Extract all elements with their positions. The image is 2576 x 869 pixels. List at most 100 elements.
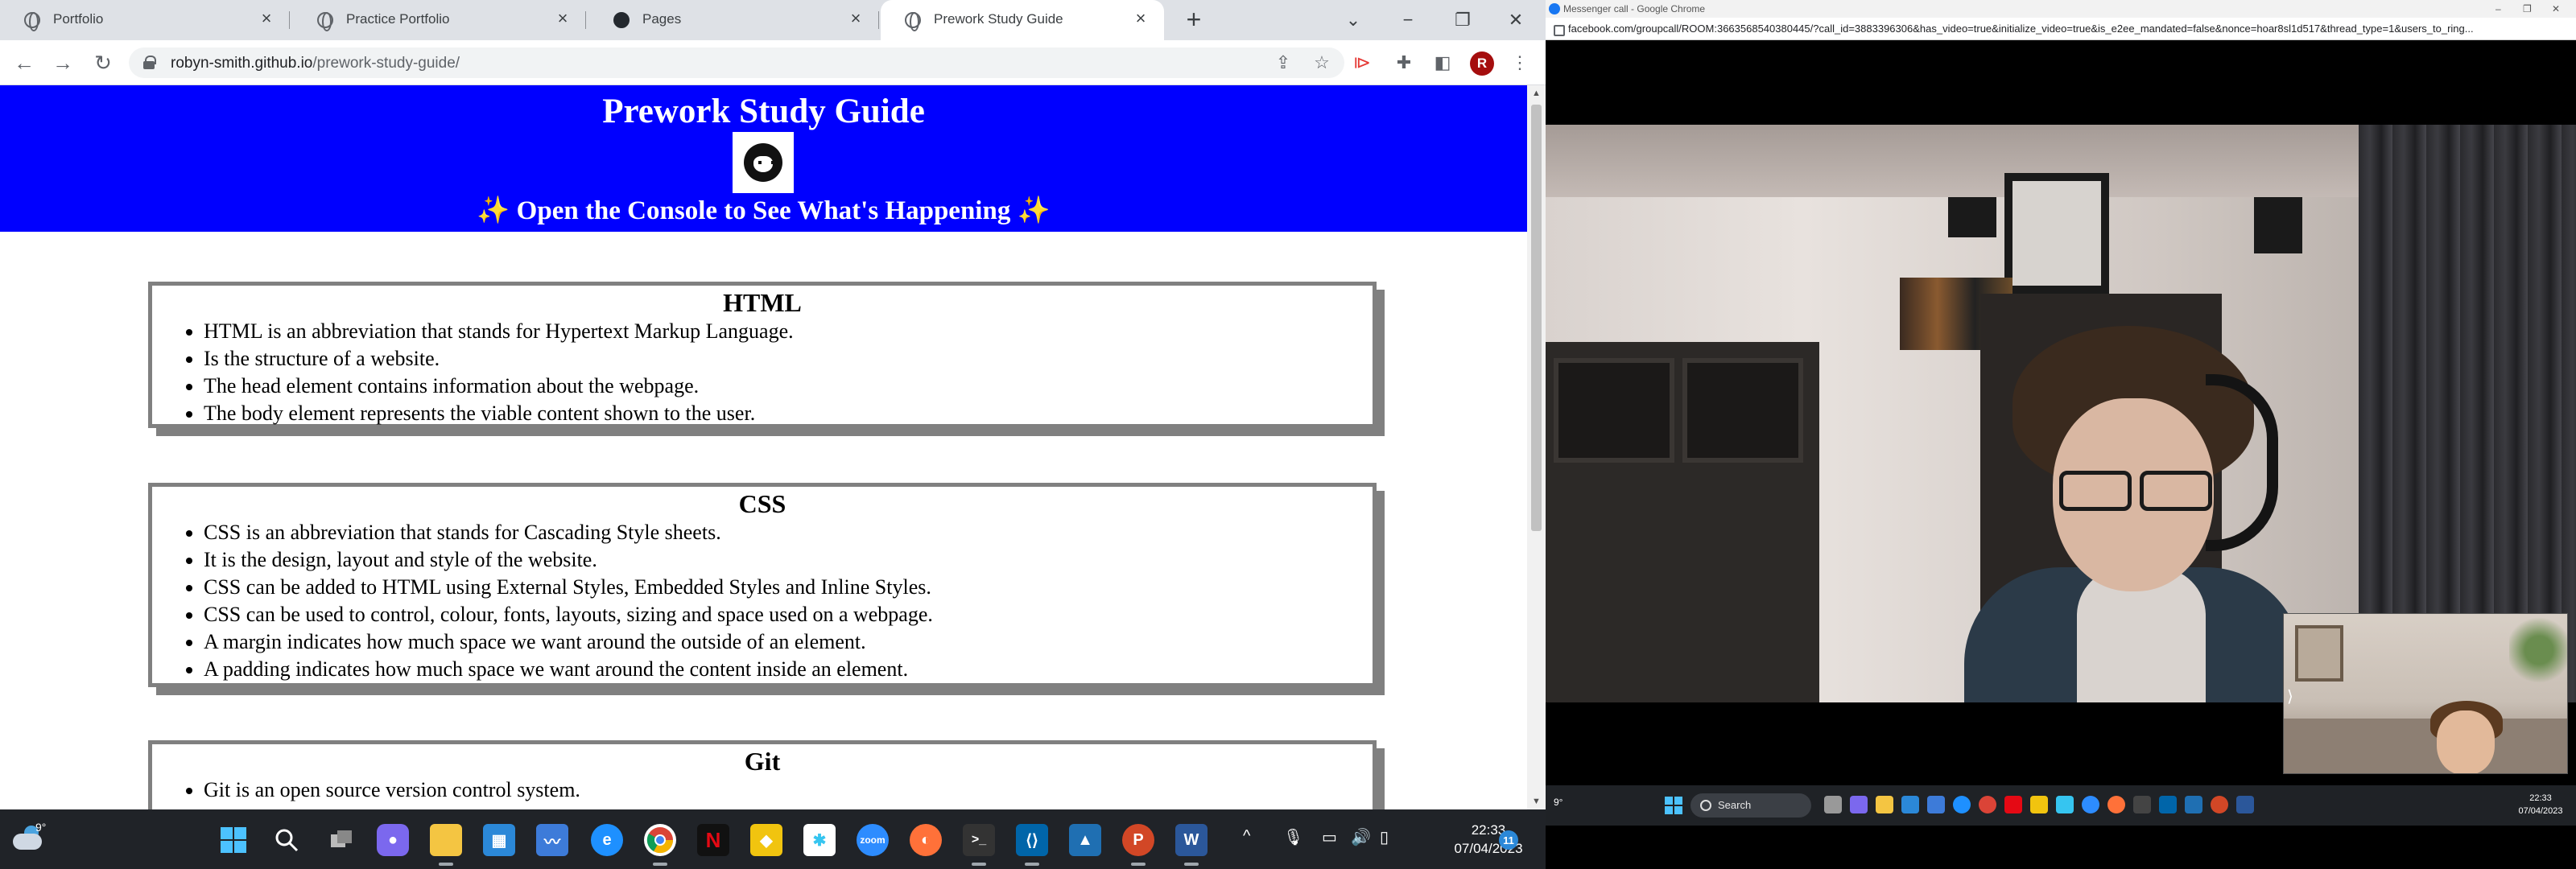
- display-icon[interactable]: ▭: [1322, 827, 1337, 847]
- sourcetree-icon[interactable]: [2030, 796, 2048, 813]
- globe-icon: [317, 12, 333, 31]
- restore-icon[interactable]: ❐: [1449, 6, 1476, 34]
- sparkle-icon: ✨: [1017, 196, 1051, 225]
- vscode-icon[interactable]: ⟨⟩: [1016, 824, 1048, 856]
- powerpoint-icon[interactable]: [2211, 796, 2228, 813]
- profile-avatar[interactable]: R: [1470, 51, 1494, 76]
- tab-separator: [289, 11, 290, 29]
- tab-portfolio[interactable]: Portfolio ×: [0, 0, 290, 40]
- reload-icon[interactable]: ↻: [90, 50, 116, 76]
- task-view-icon[interactable]: [325, 824, 357, 856]
- terminal-icon[interactable]: >_: [963, 824, 995, 856]
- new-tab-button[interactable]: +: [1180, 6, 1208, 34]
- chrome-icon[interactable]: [1979, 796, 1996, 813]
- zoom-icon[interactable]: [2082, 796, 2099, 813]
- file-explorer-icon[interactable]: [1876, 796, 1893, 813]
- forward-icon[interactable]: →: [50, 50, 76, 76]
- share-icon[interactable]: ⇪: [1270, 50, 1296, 76]
- powerpoint-icon[interactable]: P: [1122, 824, 1154, 856]
- side-panel-icon[interactable]: ◧: [1430, 50, 1455, 76]
- clock-time: 22:33: [1471, 822, 1506, 838]
- close-icon[interactable]: ×: [256, 8, 277, 29]
- list-item: A padding indicates how much space we wa…: [204, 656, 1373, 683]
- back-icon[interactable]: ←: [11, 50, 37, 76]
- scroll-down-icon[interactable]: ▼: [1532, 797, 1541, 806]
- show-hidden-icons-icon[interactable]: ^: [1243, 827, 1250, 846]
- tab-separator: [585, 11, 586, 29]
- bookmark-star-icon[interactable]: ☆: [1309, 50, 1335, 76]
- extension-record-icon[interactable]: ⧐: [1349, 50, 1375, 76]
- url-text: robyn-smith.github.io/prework-study-guid…: [171, 55, 460, 72]
- slack-icon[interactable]: [2056, 796, 2074, 813]
- call-url-bar[interactable]: facebook.com/groupcall/ROOM:366356854038…: [1546, 18, 2576, 40]
- search-input[interactable]: Search: [1690, 793, 1811, 818]
- address-bar[interactable]: robyn-smith.github.io/prework-study-guid…: [129, 47, 1344, 78]
- volume-icon[interactable]: 🔊: [1351, 827, 1371, 847]
- minimize-icon[interactable]: –: [2496, 0, 2501, 18]
- collapse-chevron-icon[interactable]: ⟩: [2287, 686, 2293, 706]
- search-icon[interactable]: [270, 824, 303, 856]
- sourcetree-icon[interactable]: ◆: [750, 824, 782, 856]
- section-heading: CSS: [738, 489, 786, 518]
- scrollbar-thumb[interactable]: [1531, 105, 1542, 531]
- tab-search-icon[interactable]: ⌄: [1340, 6, 1367, 34]
- menu-kebab-icon[interactable]: ⋮: [1507, 50, 1533, 76]
- restore-icon[interactable]: ❐: [2523, 0, 2532, 18]
- microsoft-store-icon[interactable]: [1901, 796, 1919, 813]
- weather-temperature[interactable]: 9°: [1554, 797, 1563, 808]
- close-window-icon[interactable]: ✕: [1502, 6, 1530, 34]
- photos-icon[interactable]: ▲: [1069, 824, 1101, 856]
- microphone-icon[interactable]: 🎙: [1283, 827, 1303, 847]
- close-window-icon[interactable]: ✕: [2552, 0, 2560, 18]
- minimize-icon[interactable]: −: [1394, 6, 1422, 34]
- slack-icon[interactable]: ✱: [803, 824, 836, 856]
- weather-widget[interactable]: 9°: [11, 821, 47, 856]
- teams-chat-icon[interactable]: ●: [377, 824, 409, 856]
- word-icon[interactable]: [2236, 796, 2254, 813]
- tab-label: Pages: [642, 11, 682, 27]
- stocks-widget-icon[interactable]: [1927, 796, 1945, 813]
- page-title: Prework Study Guide: [602, 93, 925, 130]
- stocks-widget-icon[interactable]: 〰: [536, 824, 568, 856]
- page-scrollbar[interactable]: ▲ ▼: [1527, 85, 1546, 809]
- notification-badge[interactable]: 11: [1499, 830, 1518, 850]
- netflix-icon[interactable]: N: [697, 824, 729, 856]
- zoom-icon[interactable]: zoom: [857, 824, 889, 856]
- taskbar-clock[interactable]: 22:33 07/04/2023: [2508, 792, 2573, 818]
- firefox-icon[interactable]: ◐: [910, 824, 942, 856]
- terminal-icon[interactable]: [2133, 796, 2151, 813]
- start-icon[interactable]: [1665, 797, 1682, 814]
- tab-prework-study-guide[interactable]: Prework Study Guide ×: [881, 0, 1164, 40]
- file-explorer-icon[interactable]: [430, 824, 462, 856]
- extensions-puzzle-icon[interactable]: ✚: [1391, 50, 1417, 76]
- video-shelf: [1546, 342, 1819, 702]
- globe-icon: [24, 12, 40, 31]
- lock-icon: [143, 56, 156, 69]
- start-icon[interactable]: [217, 824, 250, 856]
- battery-icon[interactable]: ▯: [1380, 827, 1389, 847]
- close-icon[interactable]: ×: [552, 8, 573, 29]
- photos-icon[interactable]: [2185, 796, 2202, 813]
- edge-icon[interactable]: e: [591, 824, 623, 856]
- messenger-icon: [1549, 3, 1560, 14]
- self-view-video[interactable]: ⟩: [2283, 613, 2568, 774]
- netflix-icon[interactable]: [2004, 796, 2022, 813]
- close-icon[interactable]: ×: [1130, 8, 1151, 29]
- clock-time: 22:33: [2529, 793, 2552, 803]
- scroll-up-icon[interactable]: ▲: [1532, 89, 1541, 98]
- chrome-icon[interactable]: [644, 824, 676, 856]
- word-icon[interactable]: W: [1175, 824, 1208, 856]
- task-view-icon[interactable]: [1824, 796, 1842, 813]
- globe-icon: [905, 12, 921, 31]
- tab-practice-portfolio[interactable]: Practice Portfolio ×: [293, 0, 586, 40]
- edge-icon[interactable]: [1953, 796, 1971, 813]
- vscode-icon[interactable]: [2159, 796, 2177, 813]
- taskbar-clock[interactable]: 22:33 07/04/2023: [1446, 821, 1531, 858]
- close-icon[interactable]: ×: [845, 8, 866, 29]
- tab-label: Prework Study Guide: [934, 11, 1063, 27]
- tab-pages[interactable]: Pages ×: [589, 0, 879, 40]
- teams-chat-icon[interactable]: [1850, 796, 1868, 813]
- microsoft-store-icon[interactable]: ▦: [483, 824, 515, 856]
- firefox-icon[interactable]: [2107, 796, 2125, 813]
- call-window-title: Messenger call - Google Chrome: [1563, 3, 1706, 14]
